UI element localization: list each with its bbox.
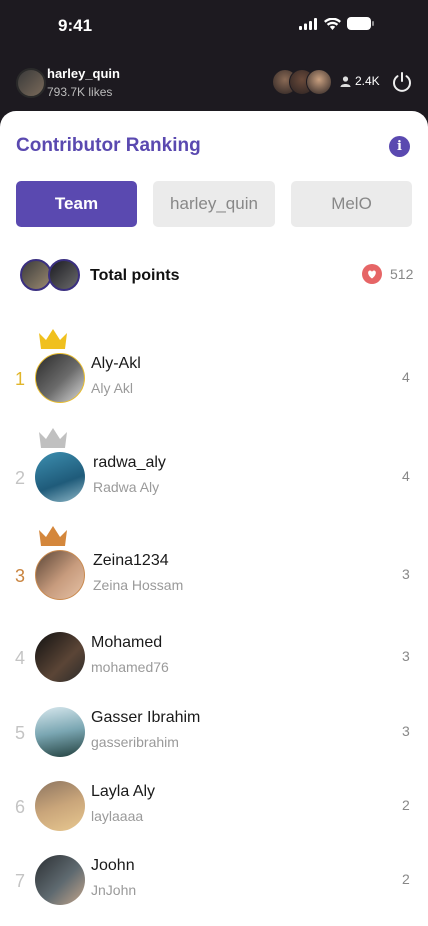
- display-name: Zeina Hossam: [93, 577, 184, 593]
- username: Mohamed: [91, 634, 163, 651]
- ranking-row[interactable]: 7 Joohn JnJohn 2: [0, 855, 428, 925]
- wifi-icon: [324, 17, 341, 30]
- viewer-avatars[interactable]: [272, 69, 332, 95]
- rank-number: 5: [15, 723, 26, 743]
- contribution-score: 4: [402, 369, 410, 385]
- avatar: [35, 353, 85, 403]
- person-icon: [340, 75, 351, 87]
- username: Layla Aly: [91, 783, 156, 800]
- display-name: gasseribrahim: [91, 734, 179, 750]
- info-icon[interactable]: i: [389, 136, 410, 157]
- avatar: [35, 781, 85, 831]
- tab-harley-quin[interactable]: harley_quin: [153, 181, 275, 227]
- avatar: [35, 707, 85, 757]
- host-likes: 793.7K likes: [47, 85, 113, 99]
- display-name: mohamed76: [91, 659, 169, 675]
- crown-icon: [39, 428, 67, 448]
- avatar: [35, 855, 85, 905]
- ranking-row[interactable]: 5 Gasser Ibrahim gasseribrahim 3: [0, 707, 428, 777]
- rank-number: 4: [15, 648, 26, 668]
- ranking-row[interactable]: 1 Aly-Akl Aly Akl 4: [0, 329, 428, 423]
- display-name: Radwa Aly: [93, 479, 160, 495]
- ranking-sheet: Contributor Ranking i Team harley_quin M…: [0, 111, 428, 926]
- total-points-value: 512: [390, 266, 414, 282]
- live-header: harley_quin 793.7K likes 2.4K: [0, 60, 428, 108]
- avatar: [35, 632, 85, 682]
- host-avatar[interactable]: [16, 68, 46, 98]
- contribution-score: 2: [402, 871, 410, 887]
- avatar: [35, 550, 85, 600]
- username: radwa_aly: [93, 454, 166, 471]
- display-name: Aly Akl: [91, 380, 134, 396]
- ranking-row[interactable]: 2 radwa_aly Radwa Aly 4: [0, 428, 428, 522]
- crown-icon: [39, 329, 67, 349]
- display-name: laylaaaa: [91, 808, 144, 824]
- username: Zeina1234: [93, 552, 169, 569]
- ranking-row[interactable]: 3 Zeina1234 Zeina Hossam 3: [0, 526, 428, 620]
- ranking-tabs: Team harley_quin MelO: [16, 181, 412, 227]
- status-icons: [299, 17, 374, 30]
- contribution-score: 4: [402, 468, 410, 484]
- contribution-score: 3: [402, 723, 410, 739]
- rank-number: 2: [15, 468, 26, 488]
- viewer-count-label: 2.4K: [355, 74, 380, 88]
- host-name[interactable]: harley_quin: [47, 66, 120, 81]
- display-name: JnJohn: [91, 882, 137, 898]
- rank-number: 6: [15, 797, 26, 817]
- team-avatars: [20, 259, 80, 291]
- signal-icon: [299, 17, 317, 30]
- team-avatar: [48, 259, 80, 291]
- power-icon[interactable]: [391, 71, 413, 93]
- viewer-count[interactable]: 2.4K: [340, 74, 380, 88]
- status-time: 9:41: [58, 16, 93, 35]
- heart-icon: [362, 264, 382, 284]
- username: Aly-Akl: [91, 355, 141, 372]
- battery-icon: [347, 17, 374, 30]
- rank-number: 3: [15, 566, 26, 586]
- rank-number: 7: [15, 871, 26, 891]
- ranking-row[interactable]: 4 Mohamed mohamed76 3: [0, 632, 428, 702]
- crown-icon: [39, 526, 67, 546]
- tab-melo[interactable]: MelO: [291, 181, 412, 227]
- rank-number: 1: [15, 369, 26, 389]
- contribution-score: 3: [402, 566, 410, 582]
- avatar: [35, 452, 85, 502]
- viewer-avatar: [306, 69, 332, 95]
- contribution-score: 3: [402, 648, 410, 664]
- tab-team[interactable]: Team: [16, 181, 137, 227]
- ranking-row[interactable]: 6 Layla Aly laylaaaa 2: [0, 781, 428, 851]
- username: Gasser Ibrahim: [91, 709, 201, 726]
- sheet-title: Contributor Ranking: [16, 135, 201, 156]
- status-bar: 9:41: [0, 0, 428, 52]
- total-points-row: Total points 512: [0, 256, 428, 296]
- contribution-score: 2: [402, 797, 410, 813]
- username: Joohn: [91, 857, 135, 874]
- total-points-label: Total points: [90, 267, 180, 284]
